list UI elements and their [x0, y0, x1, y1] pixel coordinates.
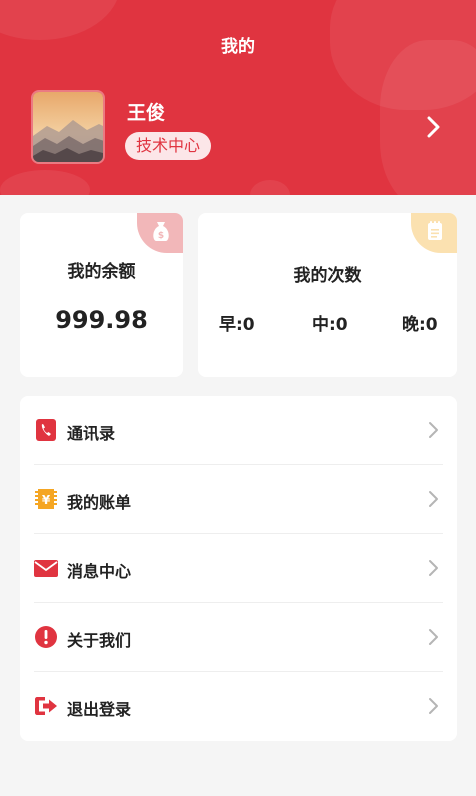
count-morning: 早:0 [219, 315, 255, 335]
avatar-image [33, 92, 103, 162]
chevron-right-icon [429, 560, 438, 576]
balance-card[interactable]: $ 我的余额 999.98 [20, 213, 183, 377]
money-bag-icon: $ [153, 222, 169, 241]
count-evening: 晚:0 [402, 315, 438, 335]
yen-bill-icon: ¥ [35, 489, 57, 509]
count-noon: 中:0 [312, 315, 348, 335]
menu-item-label: 关于我们 [67, 631, 132, 650]
chevron-right-icon [429, 422, 438, 438]
menu-item-label: 退出登录 [67, 700, 132, 719]
svg-text:¥: ¥ [42, 493, 51, 507]
avatar[interactable] [31, 90, 105, 164]
user-name: 王俊 [127, 102, 166, 124]
role-badge: 技术中心 [125, 132, 212, 160]
balance-title: 我的余额 [67, 262, 136, 282]
envelope-icon [34, 560, 58, 577]
page-title: 我的 [221, 37, 255, 57]
svg-text:$: $ [158, 231, 164, 241]
menu-item-contacts[interactable]: 通讯录 [20, 396, 457, 465]
profile-header: 我的 王俊 技术中心 [0, 0, 476, 195]
phone-book-icon [36, 419, 56, 441]
menu-list: 通讯录 ¥ 我的账单 消息中心 关于我们 退出登录 [20, 396, 457, 741]
menu-item-label: 我的账单 [67, 493, 132, 512]
menu-item-messages[interactable]: 消息中心 [20, 534, 457, 603]
menu-item-label: 消息中心 [67, 562, 132, 581]
header-decoration [250, 180, 290, 195]
counts-card[interactable]: 我的次数 早:0 中:0 晚:0 [198, 213, 457, 377]
corner-badge: $ [137, 213, 183, 253]
counts-title: 我的次数 [293, 266, 362, 286]
header-decoration [0, 170, 90, 195]
menu-item-label: 通讯录 [67, 424, 116, 443]
corner-badge [411, 213, 457, 253]
menu-item-about[interactable]: 关于我们 [20, 603, 457, 672]
chevron-right-icon [429, 491, 438, 507]
menu-item-logout[interactable]: 退出登录 [20, 672, 457, 741]
chevron-right-icon[interactable] [422, 114, 444, 140]
chevron-right-icon [429, 629, 438, 645]
info-icon [35, 626, 57, 648]
balance-value: 999.98 [55, 306, 148, 334]
notepad-icon [428, 221, 442, 240]
chevron-right-icon [429, 698, 438, 714]
logout-icon [35, 697, 57, 715]
menu-item-bills[interactable]: ¥ 我的账单 [20, 465, 457, 534]
